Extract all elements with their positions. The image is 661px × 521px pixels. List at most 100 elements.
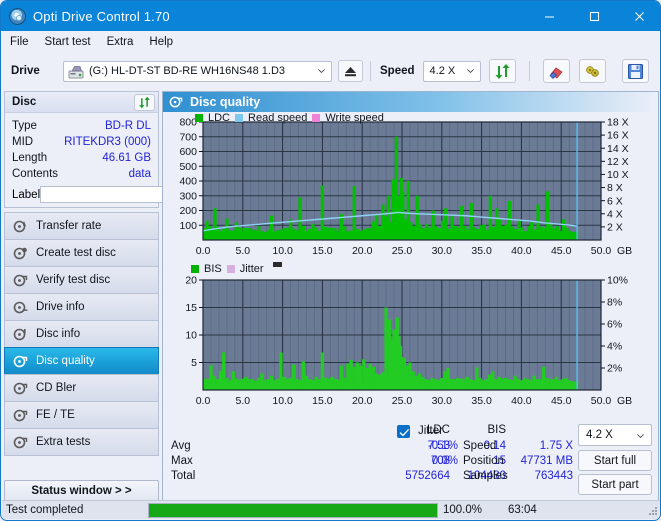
svg-text:5.0: 5.0 (235, 395, 250, 407)
close-icon[interactable] (617, 1, 660, 31)
disc-length-label: Length (12, 152, 48, 164)
sidebar-item-transfer-rate[interactable]: Transfer rate (4, 212, 159, 240)
save-icon (627, 63, 643, 79)
menu-item-start-test[interactable]: Start test (45, 36, 91, 48)
svg-text:20.0: 20.0 (352, 245, 373, 257)
settings-button[interactable] (578, 59, 606, 83)
progress-bar (148, 502, 438, 518)
disc-drive-icon (13, 301, 28, 313)
svg-text:8%: 8% (607, 297, 622, 309)
minimize-icon[interactable] (527, 1, 572, 31)
title-bar: Opti Drive Control 1.70 (1, 1, 660, 31)
svg-text:10.0: 10.0 (272, 395, 293, 407)
svg-text:10 X: 10 X (607, 169, 629, 181)
disc-contents-label: Contents (12, 168, 59, 180)
disc-label-label: Label (12, 188, 41, 201)
disc-quality-panel: Disc quality LDC Read speed Write speed … (162, 91, 659, 501)
sidebar-item-label: FE / TE (36, 409, 75, 421)
disc-info-body: Type BD-R DL MID RITEKDR3 (000) Length 4… (4, 112, 246, 208)
sidebar-item-label: CD Bler (36, 382, 77, 394)
jitter-marker-icon (272, 262, 282, 267)
start-part-button[interactable]: Start part (578, 474, 652, 495)
speed-label: Speed (380, 65, 415, 77)
speed-stat-label: Speed (463, 440, 497, 452)
disc-mid-label: MID (12, 136, 34, 148)
drive-toolbar: Drive (G:) HL-DT-ST BD-RE WH16NS48 1.D3 … (1, 53, 660, 89)
sidebar-item-fe-te[interactable]: FE / TE (4, 401, 159, 429)
speed-select[interactable]: 4.2 X (422, 60, 481, 82)
save-button[interactable] (621, 59, 649, 83)
disc-row-contents: Contents data (12, 166, 151, 182)
svg-text:20: 20 (185, 275, 197, 287)
samples-stat-value: 763443 (534, 470, 573, 482)
svg-text:400: 400 (179, 176, 197, 188)
svg-text:12 X: 12 X (607, 156, 629, 168)
stats-header-bis: BIS (487, 424, 506, 436)
svg-text:500: 500 (179, 161, 197, 173)
sidebar-item-cd-bler[interactable]: CD Bler (4, 374, 159, 402)
maximize-icon[interactable] (572, 1, 617, 31)
legend-swatch-jitter (226, 264, 235, 273)
disc-row-mid: MID RITEKDR3 (000) (12, 134, 151, 150)
legend-label-read-speed: Read speed (248, 112, 308, 124)
svg-text:35.0: 35.0 (471, 395, 492, 407)
test-speed-select[interactable]: 4.2 X (578, 424, 652, 446)
sidebar-item-disc-info[interactable]: Disc info (4, 320, 159, 348)
eraser-button[interactable] (542, 59, 570, 83)
sidebar-item-create-test-disc[interactable]: Create test disc (4, 239, 159, 267)
disc-refresh-button[interactable] (134, 94, 155, 111)
sidebar-item-drive-info[interactable]: Drive info (4, 293, 159, 321)
application-window: Opti Drive Control 1.70 File Start test … (0, 0, 661, 521)
disc-row-type: Type BD-R DL (12, 118, 151, 134)
speed-stat-value: 1.75 X (539, 440, 573, 452)
refresh-icon (495, 63, 510, 79)
jitter-checkbox[interactable] (397, 425, 410, 438)
svg-text:8 X: 8 X (607, 182, 623, 194)
svg-text:35.0: 35.0 (471, 245, 492, 257)
svg-text:2 X: 2 X (607, 221, 623, 233)
legend-swatch-bis (191, 264, 199, 273)
jitter-value-1: -0.1% (427, 440, 458, 452)
drive-select[interactable]: (G:) HL-DT-ST BD-RE WH16NS48 1.D3 (63, 60, 332, 82)
disc-info-icon (13, 328, 26, 340)
position-stat-value: 47731 MB (520, 455, 573, 467)
disc-verify-icon (13, 274, 28, 286)
bis-chart-svg: 5 10 15 20 2% 4% 6% 8% 10% 0.0 5.0 10.0 15.0 20.0 25.0… (185, 275, 632, 407)
legend-label-bis: BIS (204, 262, 222, 275)
svg-text:0.0: 0.0 (196, 395, 211, 407)
menu-item-help[interactable]: Help (149, 36, 173, 48)
sidebar-item-label: Create test disc (36, 247, 116, 259)
sidebar-item-label: Disc quality (36, 355, 95, 367)
eraser-icon (549, 67, 563, 79)
check-icon (399, 428, 410, 437)
bis-chart-legend: BIS Jitter (191, 262, 282, 275)
refresh-button[interactable] (488, 59, 516, 83)
status-message: Test completed (6, 504, 84, 516)
resize-grip-icon[interactable] (647, 505, 658, 516)
chevron-down-icon (318, 69, 325, 73)
disc-extra-icon (13, 436, 28, 448)
drive-icon (68, 65, 84, 78)
jitter-value-2: 0.0% (431, 455, 458, 467)
eject-icon (345, 66, 356, 76)
sidebar-item-disc-quality[interactable]: Disc quality (4, 347, 159, 375)
eject-button[interactable] (338, 60, 363, 82)
svg-text:200: 200 (179, 205, 197, 217)
svg-text:30.0: 30.0 (432, 395, 453, 407)
status-window-button[interactable]: Status window > > (4, 480, 159, 501)
disc-section-header: Disc (4, 91, 159, 112)
menu-item-extra[interactable]: Extra (107, 36, 134, 48)
svg-text:30.0: 30.0 (432, 245, 453, 257)
drive-select-value: (G:) HL-DT-ST BD-RE WH16NS48 1.D3 (89, 65, 286, 77)
sidebar-item-verify-test-disc[interactable]: Verify test disc (4, 266, 159, 294)
svg-text:15: 15 (185, 302, 197, 314)
legend-swatch-write-speed (312, 114, 321, 122)
disc-label-row: Label (12, 185, 246, 204)
start-full-button[interactable]: Start full (578, 450, 652, 471)
menu-item-file[interactable]: File (10, 36, 29, 48)
stats-row-label-avg: Avg (171, 440, 191, 452)
sidebar-item-extra-tests[interactable]: Extra tests (4, 428, 159, 456)
svg-text:20.0: 20.0 (352, 395, 373, 407)
stats-row-label-total: Total (171, 470, 196, 482)
svg-text:45.0: 45.0 (551, 395, 572, 407)
